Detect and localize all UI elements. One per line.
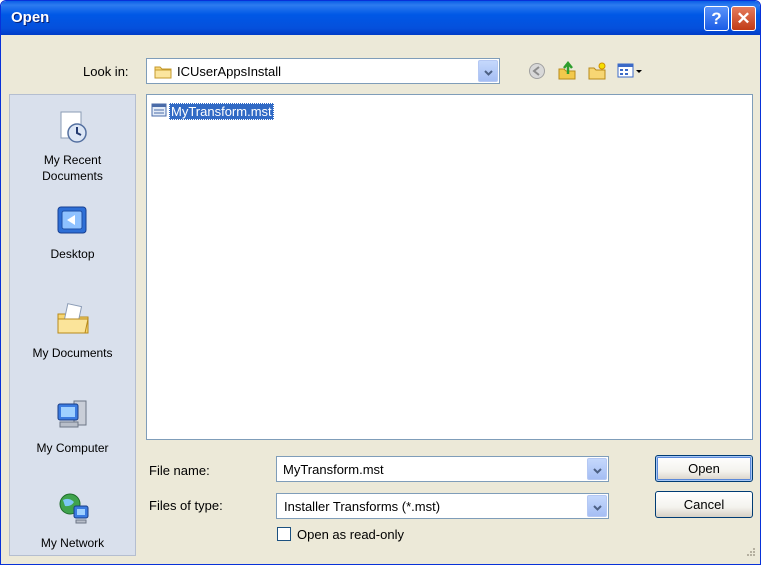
file-name: MyTransform.mst: [169, 102, 274, 120]
help-icon: ?: [711, 8, 722, 28]
cancel-button-label: Cancel: [683, 497, 725, 512]
close-icon: ✕: [736, 8, 751, 28]
file-list[interactable]: MyTransform.mst: [146, 94, 753, 440]
folder-icon: [154, 64, 172, 82]
transform-file-icon: [151, 102, 167, 121]
place-desktop[interactable]: Desktop: [10, 203, 135, 262]
place-label-line2: Documents: [42, 169, 103, 183]
my-documents-icon: [10, 300, 135, 342]
file-name-label: File name:: [149, 463, 210, 478]
look-in-dropdown-button[interactable]: [478, 60, 498, 82]
recent-documents-icon: [10, 109, 135, 149]
up-folder-icon[interactable]: [555, 60, 579, 82]
my-network-icon: [10, 490, 135, 532]
dialog-toolbar: [525, 59, 645, 83]
chevron-down-icon: [483, 64, 493, 79]
look-in-dropdown[interactable]: ICUserAppsInstall: [146, 58, 500, 84]
read-only-label[interactable]: Open as read-only: [297, 527, 404, 542]
file-name-input[interactable]: [278, 458, 586, 480]
title-bar[interactable]: Open ? ✕: [1, 1, 760, 35]
files-of-type-value: Installer Transforms (*.mst): [284, 499, 441, 514]
help-button[interactable]: ?: [704, 6, 729, 31]
open-button[interactable]: Open: [655, 455, 753, 482]
open-button-label: Open: [688, 461, 720, 476]
view-menu-icon[interactable]: [615, 60, 645, 82]
open-dialog: Open ? ✕ Look in: ICUserAppsInstall My R…: [0, 0, 761, 565]
chevron-down-icon: [592, 499, 602, 514]
new-folder-icon[interactable]: [585, 60, 609, 82]
files-of-type-dropdown-button[interactable]: [587, 495, 607, 517]
list-item[interactable]: MyTransform.mst: [151, 102, 274, 120]
place-label: My Computer: [36, 441, 109, 455]
desktop-icon: [10, 203, 135, 243]
back-icon[interactable]: [525, 60, 549, 82]
place-label-line1: My Recent: [43, 153, 102, 167]
cancel-button[interactable]: Cancel: [655, 491, 753, 518]
places-bar: My Recent Documents Desktop My Documents…: [9, 94, 136, 556]
place-label: My Network: [40, 536, 105, 550]
look-in-value: ICUserAppsInstall: [177, 64, 282, 79]
files-of-type-label: Files of type:: [149, 498, 223, 513]
resize-grip-icon[interactable]: [744, 545, 756, 560]
close-button[interactable]: ✕: [731, 6, 756, 31]
place-my-documents[interactable]: My Documents: [10, 300, 135, 361]
dialog-title: Open: [11, 9, 50, 26]
read-only-checkbox[interactable]: [277, 527, 291, 541]
file-name-dropdown-button[interactable]: [587, 458, 607, 480]
look-in-label: Look in:: [83, 64, 129, 79]
place-my-recent-documents[interactable]: My Recent Documents: [10, 109, 135, 184]
place-my-network[interactable]: My Network: [10, 490, 135, 551]
place-label: My Documents: [32, 346, 113, 360]
my-computer-icon: [10, 397, 135, 437]
chevron-down-icon: [592, 462, 602, 477]
place-my-computer[interactable]: My Computer: [10, 397, 135, 456]
place-label: Desktop: [50, 247, 95, 261]
file-name-combo[interactable]: [276, 456, 609, 482]
files-of-type-dropdown[interactable]: Installer Transforms (*.mst): [276, 493, 609, 519]
